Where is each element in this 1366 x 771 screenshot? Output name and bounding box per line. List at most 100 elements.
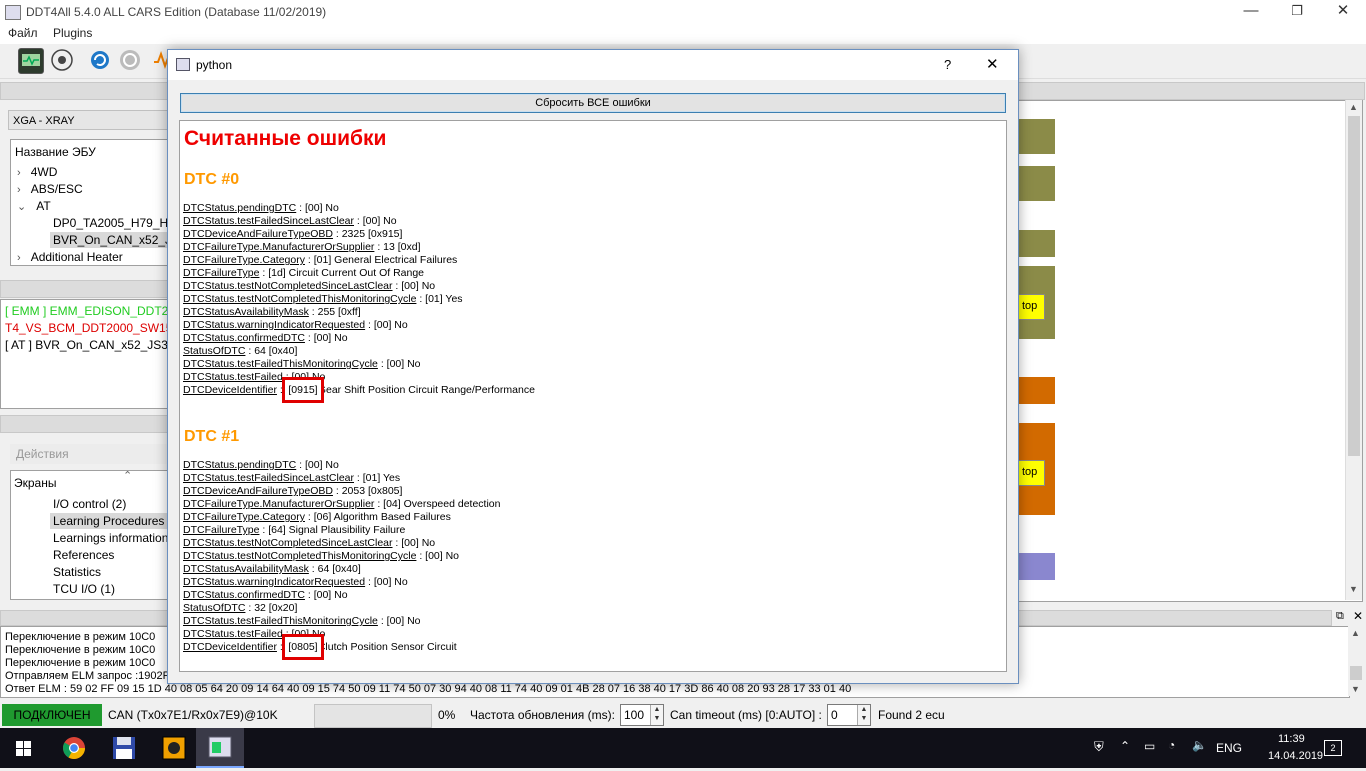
screen-item-tcu-io[interactable]: TCU I/O (1) bbox=[53, 582, 115, 596]
battery-icon[interactable]: ▭ bbox=[1144, 739, 1155, 753]
dtc-field-name[interactable]: DTCStatus.testFailedSinceLastClear bbox=[183, 215, 354, 227]
help-button[interactable]: ? bbox=[944, 57, 951, 72]
dtc-field-line: DTCDeviceAndFailureTypeOBD : 2053 [0x805… bbox=[183, 485, 402, 498]
dtc-field-name[interactable]: DTCDeviceAndFailureTypeOBD bbox=[183, 228, 333, 240]
left-header-band bbox=[0, 82, 168, 100]
log-close-icon[interactable]: ✕ bbox=[1353, 609, 1363, 623]
purple-block bbox=[1017, 553, 1055, 580]
dtc-field-name[interactable]: DTCStatus.testFailedSinceLastClear bbox=[183, 472, 354, 484]
tree-node-4wd[interactable]: › 4WD bbox=[17, 165, 57, 179]
dtc-field-name[interactable]: DTCFailureType.ManufacturerOrSupplier bbox=[183, 241, 374, 253]
clock-date[interactable]: 14.04.2019 bbox=[1268, 750, 1323, 762]
screen-item-learnings-information[interactable]: Learnings information bbox=[53, 531, 168, 545]
scroll-up-icon[interactable]: ⌃ bbox=[123, 471, 132, 482]
float-icon[interactable]: ⧉ bbox=[1336, 610, 1344, 623]
screen-item-io-control[interactable]: I/O control (2) bbox=[53, 497, 126, 511]
dtc-field-line: DTCStatus.testNotCompletedThisMonitoring… bbox=[183, 550, 459, 563]
chrome-icon[interactable] bbox=[50, 728, 98, 768]
reset-all-errors-button[interactable]: Сбросить ВСЕ ошибки bbox=[180, 93, 1006, 113]
dtc-field-line: DTCFailureType.Category : [01] General E… bbox=[183, 254, 457, 267]
spin-arrows-icon[interactable]: ▲ ▼ bbox=[857, 705, 870, 725]
dtc-field-name[interactable]: DTCStatus.warningIndicatorRequested bbox=[183, 319, 365, 331]
dtc-field-line: DTCStatus.confirmedDTC : [00] No bbox=[183, 332, 348, 345]
ecu-list-item-at[interactable]: [ AT ] BVR_On_CAN_x52_JS3_v2 bbox=[5, 338, 187, 352]
can-timeout-spinbox[interactable]: 0 ▲ ▼ bbox=[827, 704, 871, 726]
defender-icon[interactable]: ⛨ bbox=[1094, 739, 1104, 755]
scrollbar-thumb[interactable] bbox=[1350, 666, 1362, 680]
dtc-field-value: : [01] Yes bbox=[354, 472, 401, 484]
right-scrollbar[interactable]: ▲ ▼ bbox=[1345, 100, 1362, 600]
minimize-button[interactable]: — bbox=[1228, 0, 1274, 24]
floppy-app-icon[interactable] bbox=[100, 728, 148, 768]
spin-arrows-icon[interactable]: ▲ ▼ bbox=[650, 705, 663, 725]
dtc-field-name[interactable]: DTCFailureType.ManufacturerOrSupplier bbox=[183, 498, 374, 510]
dtc-field-name[interactable]: DTCStatus.testFailed bbox=[183, 628, 283, 640]
stop-button-2[interactable]: top bbox=[1017, 460, 1045, 486]
vehicle-selector[interactable]: XGA - XRAY bbox=[8, 110, 168, 130]
dtc-field-name[interactable]: DTCStatus.testNotCompletedSinceLastClear bbox=[183, 537, 393, 549]
refresh-icon[interactable] bbox=[88, 48, 112, 72]
refresh-rate-spinbox[interactable]: 100 ▲ ▼ bbox=[620, 704, 664, 726]
wifi-icon[interactable]: ◔ bbox=[1168, 738, 1175, 752]
actions-dropdown[interactable]: Действия bbox=[10, 444, 168, 464]
disconnect-icon[interactable] bbox=[118, 48, 142, 72]
dtc-field-name[interactable]: DTCStatus.testNotCompletedThisMonitoring… bbox=[183, 550, 416, 562]
scroll-up-icon[interactable]: ▲ bbox=[1351, 628, 1360, 638]
dtc-field-name[interactable]: DTCFailureType bbox=[183, 524, 259, 536]
dtc-field-line: DTCStatus.warningIndicatorRequested : [0… bbox=[183, 319, 408, 332]
dtc-field-value: : [00] No bbox=[392, 537, 436, 549]
scrollbar-thumb[interactable] bbox=[1348, 116, 1360, 456]
dtc-field-name[interactable]: StatusOfDTC bbox=[183, 602, 245, 614]
dtc-field-name[interactable]: DTCStatusAvailabilityMask bbox=[183, 306, 309, 318]
dtc-field-line: DTCStatus.testFailedSinceLastClear : [00… bbox=[183, 215, 397, 228]
language-indicator[interactable]: ENG bbox=[1216, 741, 1242, 755]
menu-file[interactable]: Файл bbox=[8, 26, 38, 40]
clock-time[interactable]: 11:39 bbox=[1278, 733, 1305, 745]
dtc-field-name[interactable]: DTCStatus.testFailedThisMonitoringCycle bbox=[183, 615, 378, 627]
scroll-up-icon[interactable]: ▲ bbox=[1349, 102, 1358, 112]
dtc-field-name[interactable]: DTCStatus.testNotCompletedThisMonitoring… bbox=[183, 293, 416, 305]
scroll-down-icon[interactable]: ▼ bbox=[1349, 584, 1358, 594]
screen-item-references[interactable]: References bbox=[53, 548, 114, 562]
tree-leaf-dp0[interactable]: DP0_TA2005_H79_H79 bbox=[53, 216, 182, 230]
dtc-field-name[interactable]: DTCStatus.confirmedDTC bbox=[183, 332, 305, 344]
scroll-down-icon[interactable]: ▼ bbox=[1351, 684, 1360, 694]
tree-node-abs[interactable]: › ABS/ESC bbox=[17, 182, 83, 196]
close-button[interactable]: ✕ bbox=[1320, 0, 1366, 24]
dtc-field-name[interactable]: DTCStatus.testFailed bbox=[183, 371, 283, 383]
dtc-field-name[interactable]: DTCFailureType.Category bbox=[183, 511, 305, 523]
orange-app-icon[interactable] bbox=[150, 728, 198, 768]
notification-icon[interactable]: 2 bbox=[1324, 740, 1342, 756]
tree-node-at[interactable]: ⌄ AT bbox=[17, 199, 51, 213]
dtc-field-name[interactable]: DTCStatus.testNotCompletedSinceLastClear bbox=[183, 280, 393, 292]
ecu-list-item-bcm[interactable]: T4_VS_BCM_DDT2000_SW15_1 bbox=[5, 321, 186, 335]
dtc-field-name[interactable]: DTCStatusAvailabilityMask bbox=[183, 563, 309, 575]
start-button[interactable] bbox=[0, 728, 48, 768]
dtc-field-name[interactable]: StatusOfDTC bbox=[183, 345, 245, 357]
car-icon[interactable] bbox=[50, 48, 74, 72]
log-scrollbar[interactable]: ▲ ▼ bbox=[1348, 626, 1364, 696]
dtc-field-name[interactable]: DTCStatus.pendingDTC bbox=[183, 459, 296, 471]
dtc-field-name[interactable]: DTCDeviceAndFailureTypeOBD bbox=[183, 485, 333, 497]
tree-node-heater[interactable]: › Additional Heater bbox=[17, 250, 123, 264]
dtc-field-name[interactable]: DTCStatus.pendingDTC bbox=[183, 202, 296, 214]
scan-icon[interactable] bbox=[18, 48, 44, 74]
ddt4all-task-icon[interactable] bbox=[196, 728, 244, 768]
dialog-close-button[interactable]: ✕ bbox=[986, 55, 999, 73]
ecu-list-item-emm[interactable]: [ EMM ] EMM_EDISON_DDT200 bbox=[5, 304, 182, 318]
volume-icon[interactable]: 🔈 bbox=[1192, 738, 1207, 752]
dtc-field-name[interactable]: DTCStatus.warningIndicatorRequested bbox=[183, 576, 365, 588]
screen-item-learning-procedures[interactable]: Learning Procedures bbox=[50, 513, 168, 529]
maximize-button[interactable]: ❐ bbox=[1274, 0, 1320, 24]
dtc-field-name[interactable]: DTCFailureType.Category bbox=[183, 254, 305, 266]
dtc-field-name[interactable]: DTCFailureType bbox=[183, 267, 259, 279]
stop-button-1[interactable]: top bbox=[1017, 294, 1045, 320]
dtc-field-name[interactable]: DTCDeviceIdentifier bbox=[183, 384, 277, 396]
dtc-field-name[interactable]: DTCStatus.testFailedThisMonitoringCycle bbox=[183, 358, 378, 370]
dtc-field-name[interactable]: DTCDeviceIdentifier bbox=[183, 641, 277, 653]
chevron-up-icon[interactable]: ⌃ bbox=[1120, 739, 1130, 753]
dtc-field-line: DTCDeviceIdentifier : [0915] Gear Shift … bbox=[183, 384, 535, 397]
menu-plugins[interactable]: Plugins bbox=[53, 26, 92, 40]
dtc-field-name[interactable]: DTCStatus.confirmedDTC bbox=[183, 589, 305, 601]
screen-item-statistics[interactable]: Statistics bbox=[53, 565, 101, 579]
